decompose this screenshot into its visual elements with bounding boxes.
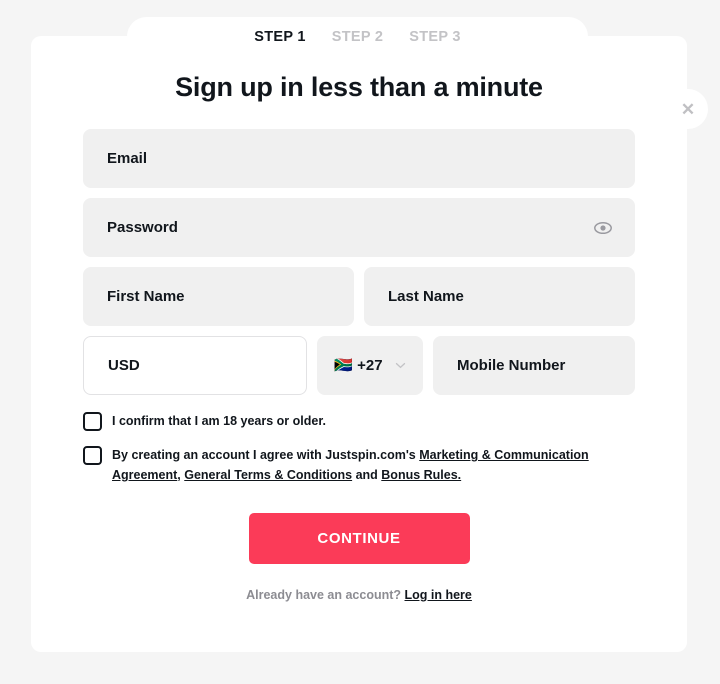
consent-checkboxes: I confirm that I am 18 years or older. B…	[83, 411, 635, 485]
age-confirm-label: I confirm that I am 18 years or older.	[112, 414, 326, 428]
country-code-select[interactable]: 🇿🇦 +27	[317, 336, 423, 395]
step-indicator: STEP 1 STEP 2 STEP 3	[127, 17, 588, 56]
eye-icon[interactable]	[593, 218, 613, 238]
mobile-number-field[interactable]: Mobile Number	[433, 336, 635, 395]
email-field[interactable]: Email	[83, 129, 635, 188]
bonus-rules-link[interactable]: Bonus Rules.	[381, 468, 461, 482]
email-field-label: Email	[107, 150, 148, 167]
currency-field-value: USD	[108, 357, 140, 374]
last-name-field[interactable]: Last Name	[364, 267, 635, 326]
age-confirm-checkbox[interactable]	[83, 412, 102, 431]
currency-field[interactable]: USD	[83, 336, 307, 395]
name-row: First Name Last Name	[83, 267, 635, 326]
age-consent-row: I confirm that I am 18 years or older.	[83, 411, 635, 431]
terms-agree-label: By creating an account I agree with Just…	[112, 445, 635, 485]
currency-phone-row: USD 🇿🇦 +27 Mobile Number	[83, 336, 635, 395]
chevron-down-icon	[395, 360, 406, 371]
terms-separator-2: and	[352, 468, 382, 482]
close-button[interactable]: ✕	[668, 89, 708, 129]
continue-button[interactable]: CONTINUE	[248, 513, 470, 564]
password-field[interactable]: Password	[83, 198, 635, 257]
login-footer: Already have an account? Log in here	[83, 588, 635, 602]
terms-agree-checkbox[interactable]	[83, 446, 102, 465]
log-in-here-link[interactable]: Log in here	[405, 588, 472, 602]
flag-icon: 🇿🇦	[334, 357, 354, 374]
step-3-tab[interactable]: STEP 3	[409, 29, 461, 45]
first-name-field-label: First Name	[107, 288, 185, 305]
password-field-label: Password	[107, 219, 178, 236]
terms-prefix-text: By creating an account I agree with Just…	[112, 448, 420, 462]
step-2-tab[interactable]: STEP 2	[332, 29, 384, 45]
step-1-tab[interactable]: STEP 1	[254, 29, 306, 45]
continue-button-wrap: CONTINUE	[83, 513, 635, 564]
terms-conditions-link[interactable]: General Terms & Conditions	[184, 468, 352, 482]
signup-card: Sign up in less than a minute Email Pass…	[31, 36, 687, 652]
first-name-field[interactable]: First Name	[83, 267, 354, 326]
close-icon: ✕	[680, 99, 696, 119]
signup-content: Sign up in less than a minute Email Pass…	[83, 72, 635, 602]
terms-consent-row: By creating an account I agree with Just…	[83, 445, 635, 485]
country-dial-code: +27	[357, 357, 383, 374]
last-name-field-label: Last Name	[388, 288, 464, 305]
mobile-number-field-label: Mobile Number	[457, 357, 566, 374]
signup-page: Sign up in less than a minute Email Pass…	[0, 0, 720, 684]
login-footer-text: Already have an account?	[246, 588, 405, 602]
page-title: Sign up in less than a minute	[175, 72, 543, 102]
